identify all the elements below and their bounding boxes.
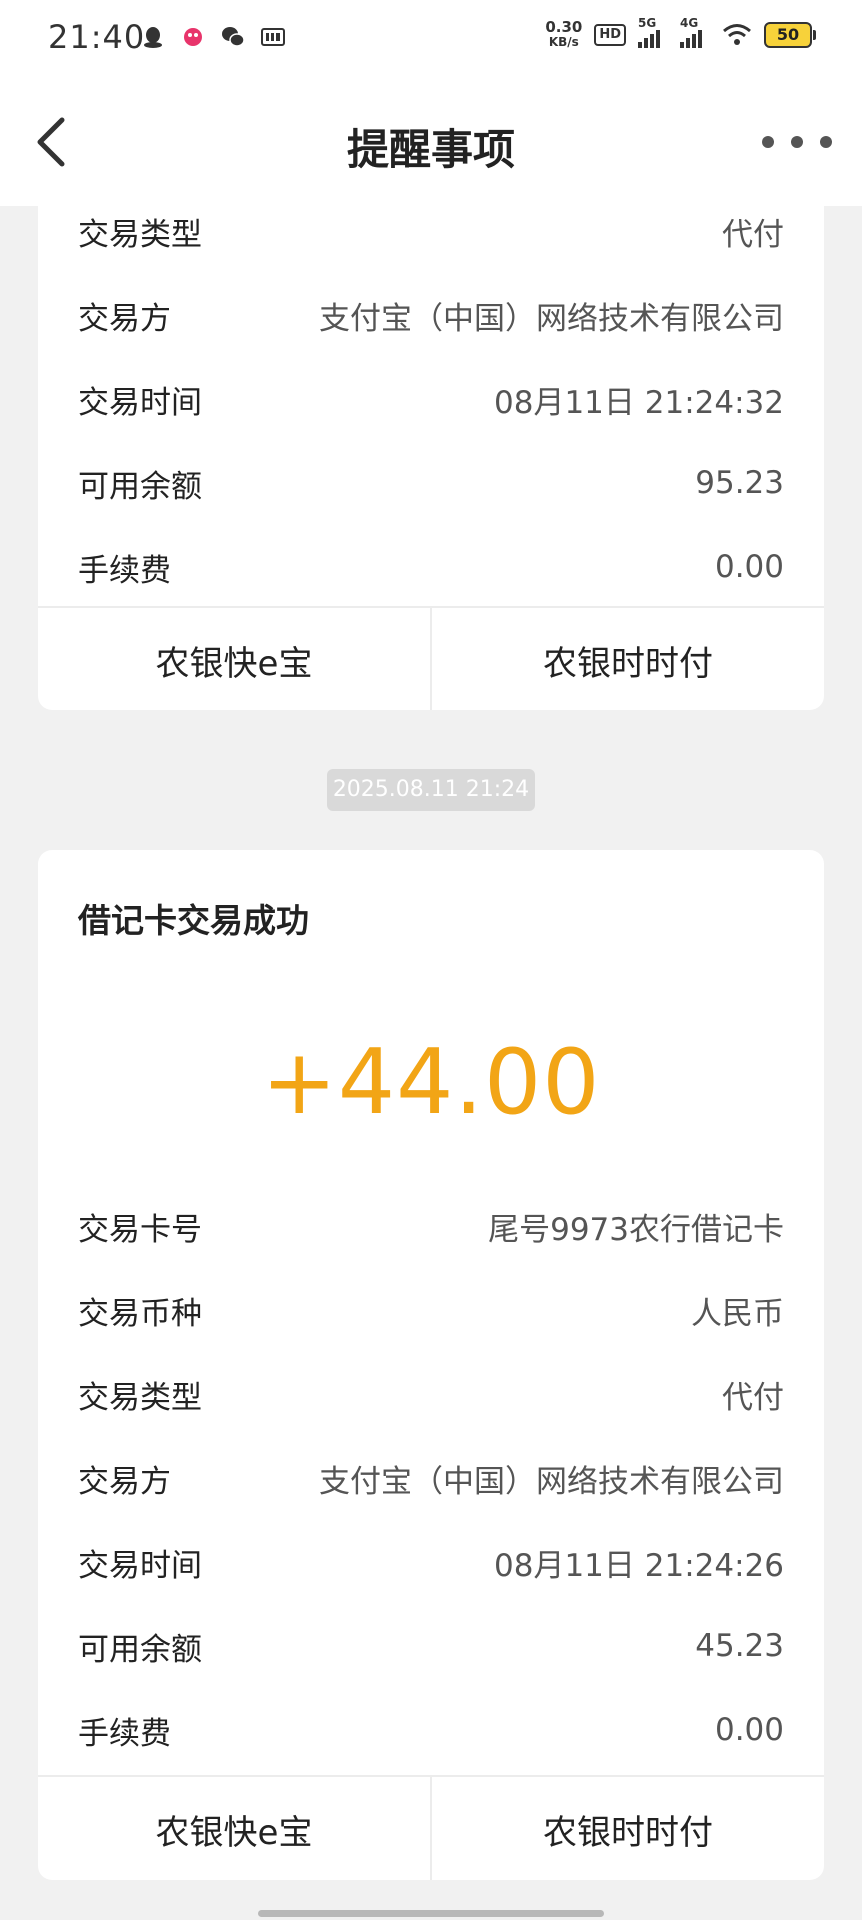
more-dot-icon [762, 136, 774, 148]
notification-icons [140, 24, 286, 50]
qq-icon [144, 27, 162, 48]
detail-row-counterparty: 交易方 支付宝（中国）网络技术有限公司 [78, 290, 784, 340]
transaction-amount: +44.00 [261, 1030, 601, 1135]
page-title: 提醒事项 [346, 125, 515, 174]
detail-label: 交易方 [78, 300, 171, 337]
network-speed: 0.30 KB/s [545, 20, 582, 50]
more-options-button[interactable] [762, 128, 832, 156]
detail-label: 交易时间 [78, 384, 202, 421]
detail-row-balance: 可用余额 95.23 [78, 458, 784, 508]
detail-label: 手续费 [78, 1715, 171, 1752]
status-indicators: 0.30 KB/s HD 5G 4G 50 [545, 16, 816, 50]
app-icon [184, 28, 202, 46]
detail-value: 45.23 [695, 1628, 784, 1664]
transaction-card-previous: 交易类型 代付 交易方 支付宝（中国）网络技术有限公司 交易时间 08月11日 … [38, 206, 824, 710]
detail-label: 交易卡号 [78, 1211, 202, 1248]
detail-label: 手续费 [78, 552, 171, 589]
status-bar: 21:40 0.30 KB/s HD 5G 4G 50 [0, 0, 862, 78]
shi-shi-fu-button[interactable]: 农银时时付 [430, 1777, 824, 1880]
shi-shi-fu-button[interactable]: 农银时时付 [430, 608, 824, 710]
detail-row-type: 交易类型 代付 [78, 206, 784, 256]
detail-row-time: 交易时间 08月11日 21:24:26 [78, 1537, 784, 1587]
detail-value: 08月11日 21:24:26 [494, 1547, 784, 1584]
detail-row-type: 交易类型 代付 [78, 1369, 784, 1419]
network-speed-unit: KB/s [548, 35, 579, 49]
kuai-e-bao-button[interactable]: 农银快e宝 [38, 1777, 430, 1880]
detail-row-fee: 手续费 0.00 [78, 1705, 784, 1755]
kuai-e-bao-button[interactable]: 农银快e宝 [38, 608, 430, 710]
hd-icon: HD [594, 24, 626, 46]
detail-value: 08月11日 21:24:32 [494, 384, 784, 421]
detail-label: 可用余额 [78, 468, 202, 505]
detail-value: 支付宝（中国）网络技术有限公司 [319, 1463, 784, 1500]
detail-row-balance: 可用余额 45.23 [78, 1621, 784, 1671]
detail-row-counterparty: 交易方 支付宝（中国）网络技术有限公司 [78, 1453, 784, 1503]
detail-row-fee: 手续费 0.00 [78, 542, 784, 592]
detail-label: 交易类型 [78, 216, 202, 253]
wechat-icon [222, 27, 245, 47]
detail-value: 95.23 [695, 465, 784, 501]
detail-row-currency: 交易币种 人民币 [78, 1285, 784, 1335]
detail-label: 可用余额 [78, 1631, 202, 1668]
detail-value: 代付 [722, 1379, 784, 1416]
wifi-icon [723, 24, 751, 45]
card-action-buttons: 农银快e宝 农银时时付 [38, 1775, 824, 1880]
detail-label: 交易方 [78, 1463, 171, 1500]
iqiyi-icon [261, 28, 285, 46]
signal-4g-icon: 4G [680, 16, 710, 48]
detail-value: 0.00 [714, 549, 784, 585]
signal-5g-icon: 5G [638, 16, 668, 48]
title-bar: 提醒事项 [0, 78, 862, 206]
more-dot-icon [820, 136, 832, 148]
more-dot-icon [791, 136, 803, 148]
home-indicator[interactable] [258, 1910, 604, 1917]
detail-value: 支付宝（中国）网络技术有限公司 [319, 300, 784, 337]
status-time: 21:40 [48, 18, 146, 56]
detail-value: 人民币 [691, 1295, 784, 1332]
network-speed-value: 0.30 [545, 18, 583, 36]
detail-row-time: 交易时间 08月11日 21:24:32 [78, 374, 784, 424]
detail-value: 尾号9973农行借记卡 [488, 1211, 784, 1248]
detail-value: 代付 [722, 216, 784, 253]
battery-icon: 50 [764, 22, 816, 48]
transaction-card: 借记卡交易成功 +44.00 交易卡号 尾号9973农行借记卡 交易币种 人民币… [38, 850, 824, 1880]
signal-5g-label: 5G [638, 16, 657, 30]
card-action-buttons: 农银快e宝 农银时时付 [38, 606, 824, 710]
card-heading: 借记卡交易成功 [78, 901, 309, 940]
message-timestamp: 2025.08.11 21:24 [327, 769, 535, 811]
detail-label: 交易时间 [78, 1547, 202, 1584]
detail-row-card-number: 交易卡号 尾号9973农行借记卡 [78, 1201, 784, 1251]
detail-label: 交易币种 [78, 1295, 202, 1332]
detail-value: 0.00 [714, 1712, 784, 1748]
signal-4g-label: 4G [680, 16, 699, 30]
battery-level: 50 [776, 25, 800, 44]
detail-label: 交易类型 [78, 1379, 202, 1416]
